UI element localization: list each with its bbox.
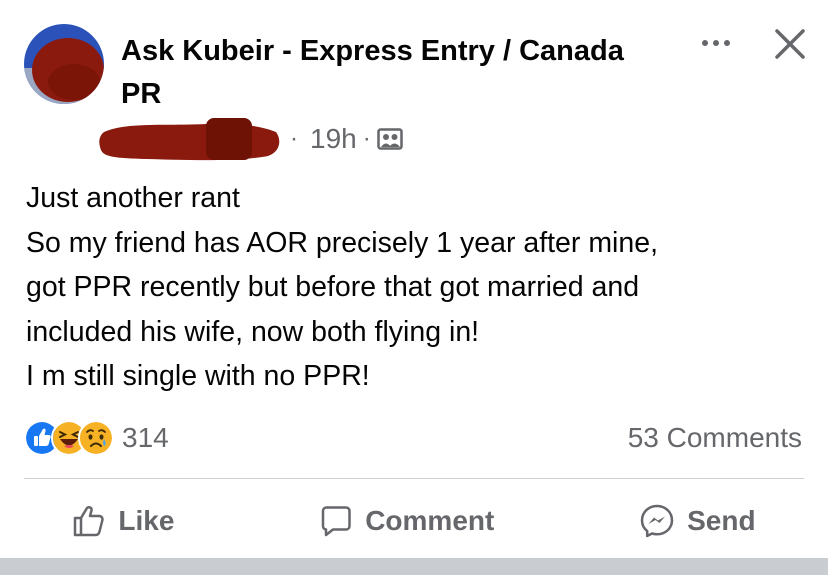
meta-separator: · xyxy=(290,125,298,152)
author-name-redaction xyxy=(99,118,280,161)
comment-bubble-icon xyxy=(321,506,351,537)
messenger-icon xyxy=(640,504,674,538)
reactions-summary[interactable]: 314 xyxy=(24,420,169,456)
close-icon xyxy=(775,29,805,59)
meta-separator: · xyxy=(362,125,371,152)
more-dot xyxy=(713,40,719,46)
post-line: included his wife, now both flying in! xyxy=(26,315,480,348)
post-line: So my friend has AOR precisely 1 year af… xyxy=(26,226,659,259)
comments-count[interactable]: 53 Comments xyxy=(628,420,802,456)
avatar-image xyxy=(24,24,104,104)
section-separator xyxy=(0,558,828,575)
send-label: Send xyxy=(687,505,756,536)
post-line: got PPR recently but before that got mar… xyxy=(26,271,640,303)
post-meta: · 19h · xyxy=(96,112,403,166)
post-line: I m still single with no PPR! xyxy=(26,360,370,392)
send-button[interactable]: Send xyxy=(639,503,756,539)
reaction-count: 314 xyxy=(122,422,169,453)
post-time[interactable]: 19h xyxy=(310,123,357,155)
close-button[interactable] xyxy=(770,24,810,64)
like-label: Like xyxy=(118,505,175,536)
like-button[interactable]: Like xyxy=(72,504,174,538)
group-name[interactable]: Ask Kubeir - Express Entry / Canada PR xyxy=(121,30,641,116)
more-options-button[interactable] xyxy=(694,28,738,58)
post-line: Just another rant xyxy=(26,182,240,214)
thumbs-up-icon xyxy=(74,506,105,537)
group-avatar[interactable] xyxy=(24,24,104,104)
action-bar: Like Comment Send xyxy=(0,486,828,556)
comment-label: Comment xyxy=(365,505,495,536)
divider xyxy=(24,478,804,479)
sad-reaction-icon xyxy=(78,420,114,456)
more-dot xyxy=(724,40,730,46)
group-members-icon xyxy=(376,128,403,150)
comment-button[interactable]: Comment xyxy=(319,504,494,538)
post-text: Just another rant So my friend has AOR p… xyxy=(26,176,816,399)
more-dot xyxy=(702,40,708,46)
